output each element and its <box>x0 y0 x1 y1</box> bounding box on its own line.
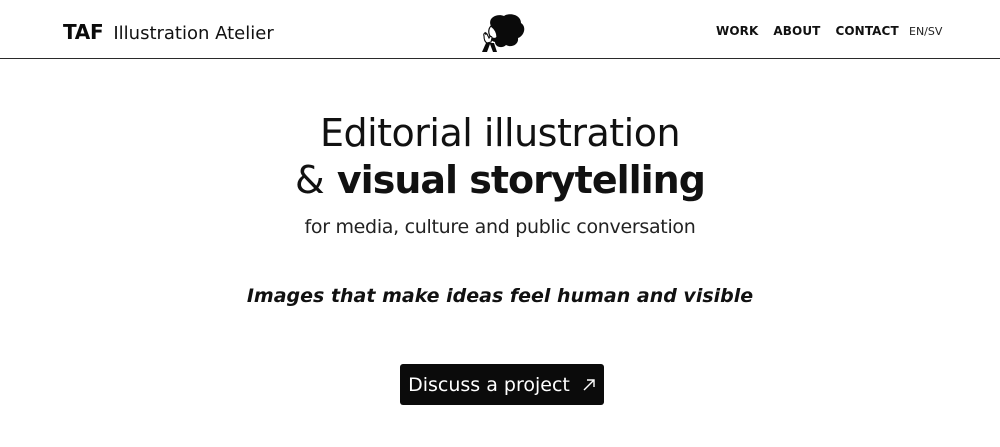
headline-bold: visual storytelling <box>336 158 706 202</box>
headline-ampersand: & <box>295 158 325 202</box>
arrow-up-right-icon <box>583 378 595 390</box>
nav-about[interactable]: ABOUT <box>773 24 820 38</box>
illustrated-portrait-logo-icon[interactable] <box>477 12 527 52</box>
main-nav: WORK ABOUT CONTACT <box>716 24 899 38</box>
hero-subline: for media, culture and public conversati… <box>304 216 696 238</box>
headline-line-2: & visual storytelling <box>0 156 1000 204</box>
language-toggle[interactable]: EN/SV <box>909 25 942 38</box>
discuss-project-button[interactable]: Discuss a project <box>400 364 604 405</box>
cta-label: Discuss a project <box>408 373 570 396</box>
brand-name: Illustration Atelier <box>113 23 274 44</box>
headline-line-1: Editorial illustration <box>319 111 681 155</box>
nav-work[interactable]: WORK <box>716 24 758 38</box>
brand-mark: TAF <box>63 20 104 44</box>
site-header: TAF Illustration Atelier WORK ABOUT CONT… <box>0 0 1000 59</box>
hero: Editorial illustration & visual storytel… <box>0 110 1000 238</box>
tagline: Images that make ideas feel human and vi… <box>246 285 754 307</box>
nav-contact[interactable]: CONTACT <box>835 24 898 38</box>
brand[interactable]: TAF Illustration Atelier <box>63 20 274 44</box>
